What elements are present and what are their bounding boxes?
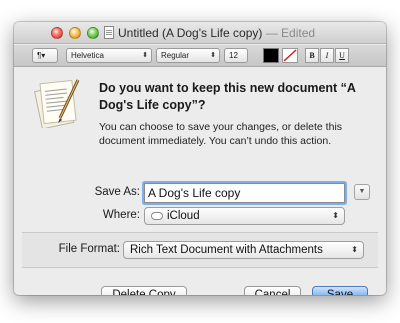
font-style-popup[interactable]: Regular ⬍	[156, 48, 220, 63]
delete-copy-button[interactable]: Delete Copy	[101, 286, 187, 295]
paragraph-style-label: ¶▾	[37, 51, 46, 60]
where-value: iCloud	[167, 210, 200, 222]
where-label: Where:	[102, 209, 140, 221]
file-format-value: Rich Text Document with Attachments	[130, 244, 323, 256]
format-toolbar: ¶▾ Helvetica ⬍ Regular ⬍ 12 B I U	[14, 45, 386, 67]
document-icon	[104, 26, 114, 39]
chevron-updown-icon: ⬍	[351, 245, 358, 254]
paragraph-style-popup[interactable]: ¶▾	[32, 48, 58, 63]
chevron-updown-icon: ⬍	[142, 52, 148, 59]
save-as-input[interactable]: A Dog's Life copy	[144, 183, 345, 203]
background-color-well[interactable]	[282, 48, 298, 63]
font-style-label: Regular	[161, 51, 190, 60]
title-bar: Untitled (A Dog's Life copy) — Edited	[14, 22, 386, 44]
cloud-icon	[151, 212, 163, 220]
underline-button[interactable]: U	[335, 48, 349, 63]
textedit-window: Untitled (A Dog's Life copy) — Edited ¶▾…	[14, 22, 386, 295]
no-color-icon	[283, 49, 297, 62]
zoom-button[interactable]	[87, 27, 99, 39]
bold-button[interactable]: B	[305, 48, 319, 63]
chevron-updown-icon: ⬍	[210, 52, 216, 59]
save-button[interactable]: Save	[312, 286, 368, 295]
minimize-button[interactable]	[69, 27, 81, 39]
save-sheet: Do you want to keep this new document “A…	[14, 68, 386, 295]
disclosure-triangle-icon[interactable]: ▼	[354, 184, 370, 200]
file-format-popup[interactable]: Rich Text Document with Attachments ⬍	[123, 241, 364, 259]
file-format-label: File Format:	[58, 243, 120, 255]
font-size-field[interactable]: 12	[224, 48, 248, 63]
font-family-label: Helvetica	[71, 51, 104, 60]
font-size-value: 12	[229, 51, 238, 60]
window-title-edited: — Edited	[265, 26, 316, 40]
dialog-message: You can choose to save your changes, or …	[99, 121, 343, 147]
textedit-icon	[34, 79, 80, 128]
font-family-popup[interactable]: Helvetica ⬍	[66, 48, 152, 63]
window-title-name: Untitled (A Dog's Life copy)	[118, 26, 263, 40]
italic-button[interactable]: I	[320, 48, 334, 63]
cancel-button[interactable]: Cancel	[244, 286, 301, 295]
chevron-updown-icon: ⬍	[332, 211, 339, 220]
close-button[interactable]	[51, 27, 63, 39]
text-color-well[interactable]	[263, 48, 279, 63]
save-as-label: Save As:	[94, 186, 140, 198]
where-popup[interactable]: iCloud ⬍	[144, 207, 345, 225]
file-format-panel: File Format: Rich Text Document with Att…	[22, 232, 378, 268]
dialog-heading: Do you want to keep this new document “A…	[99, 81, 356, 112]
window-title: Untitled (A Dog's Life copy) — Edited	[118, 26, 315, 40]
